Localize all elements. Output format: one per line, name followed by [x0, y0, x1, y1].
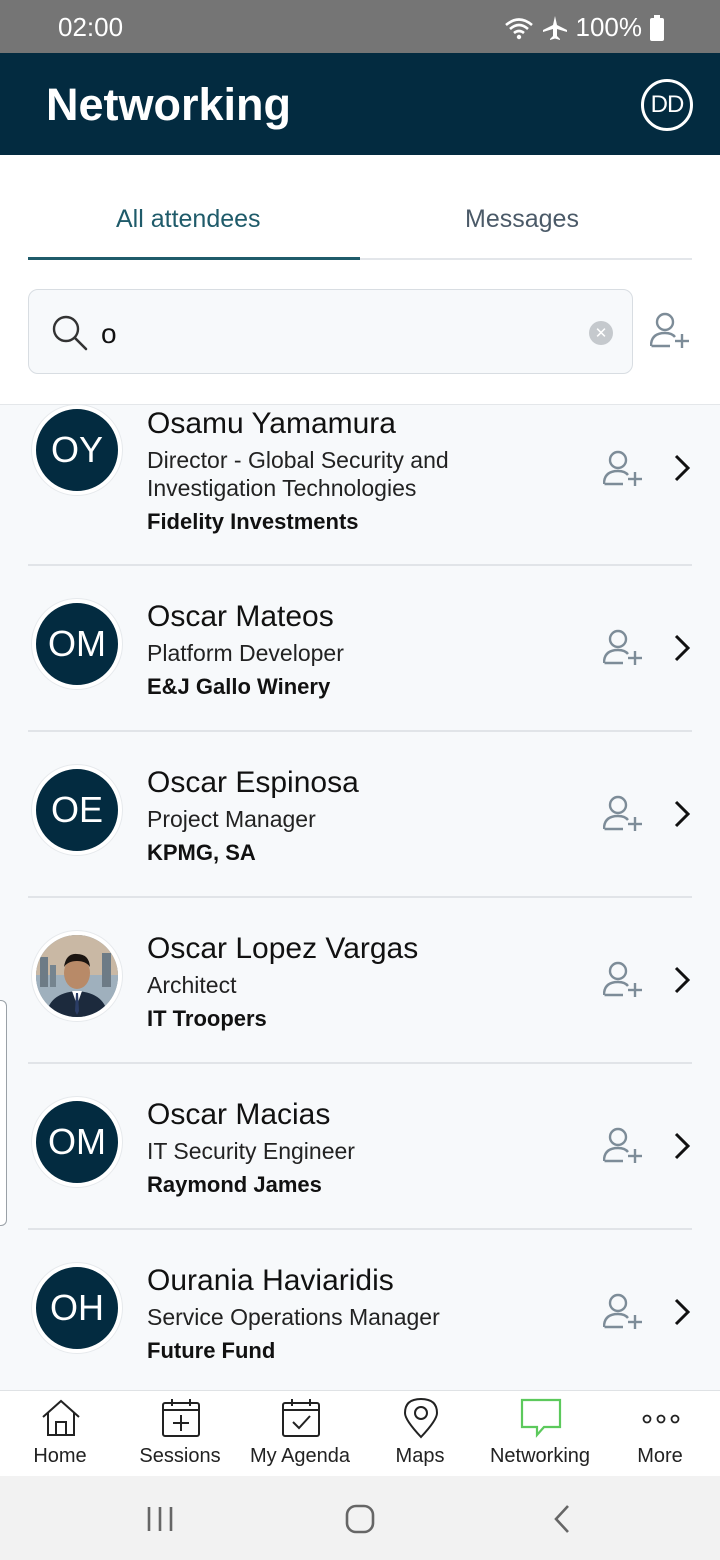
list-item[interactable]: OH Ourania Haviaridis Service Operations… — [0, 1230, 720, 1390]
battery-percent: 100% — [575, 12, 643, 42]
attendee-role: Project Manager — [147, 806, 316, 832]
nav-networking-label: Networking — [489, 1445, 591, 1467]
attendee-role: Director - Global Security and — [147, 447, 449, 473]
tab-messages[interactable]: Messages — [465, 205, 579, 234]
system-nav-bar — [0, 1476, 720, 1560]
search-input[interactable]: o ✕ — [28, 289, 633, 374]
add-contact-icon[interactable] — [603, 1127, 645, 1165]
attendee-role: Investigation Technologies — [147, 475, 417, 501]
attendee-name: Ourania Haviaridis — [147, 1264, 394, 1297]
chevron-right-icon[interactable] — [672, 453, 694, 483]
list-item[interactable]: OM Oscar Macias IT Security Engineer Ray… — [0, 1064, 720, 1230]
add-contact-icon[interactable] — [603, 795, 645, 833]
add-contact-icon[interactable] — [603, 1293, 645, 1331]
attendee-role: IT Security Engineer — [147, 1138, 355, 1164]
attendee-role: Architect — [147, 972, 237, 998]
airplane-icon — [542, 15, 567, 40]
list-item[interactable]: OY Osamu Yamamura Director - Global Secu… — [0, 405, 720, 565]
home-icon — [42, 1399, 80, 1436]
attendee-company: E&J Gallo Winery — [147, 674, 331, 699]
attendee-company: Raymond James — [147, 1172, 322, 1197]
tab-bar: All attendees Messages — [28, 185, 692, 260]
status-time: 02:00 — [58, 12, 124, 42]
attendee-role: Service Operations Manager — [147, 1304, 440, 1330]
attendee-company: IT Troopers — [147, 1006, 267, 1031]
chevron-right-icon[interactable] — [672, 1131, 694, 1161]
attendee-company: Future Fund — [147, 1338, 276, 1363]
attendee-name: Oscar Lopez Vargas — [147, 932, 419, 965]
add-contact-icon[interactable] — [603, 629, 645, 667]
edge-panel-handle[interactable] — [0, 1000, 7, 1226]
add-contact-icon[interactable] — [603, 450, 645, 488]
nav-networking[interactable]: Networking — [480, 1391, 600, 1477]
search-value: o — [101, 318, 117, 349]
chat-icon — [520, 1398, 562, 1438]
attendee-company: KPMG, SA — [147, 840, 256, 865]
attendee-name: Oscar Mateos — [147, 600, 334, 633]
nav-my-agenda[interactable]: My Agenda — [240, 1391, 360, 1477]
attendee-name: Osamu Yamamura — [147, 407, 396, 440]
avatar: OY — [32, 405, 122, 495]
list-item[interactable]: OE Oscar Espinosa Project Manager KPMG, … — [0, 732, 720, 898]
avatar: OH — [32, 1263, 122, 1353]
list-item[interactable]: Oscar Lopez Vargas Architect IT Troopers — [0, 898, 720, 1064]
more-icon — [642, 1414, 680, 1424]
sessions-icon — [162, 1399, 200, 1437]
recent-apps-icon[interactable] — [146, 1505, 174, 1533]
add-contact-icon[interactable] — [650, 312, 692, 350]
avatar-photo — [32, 931, 122, 1021]
nav-maps-label: Maps — [395, 1445, 445, 1467]
status-bar: 02:00 100% — [0, 0, 720, 53]
nav-maps[interactable]: Maps — [360, 1391, 480, 1477]
wifi-icon — [504, 17, 533, 39]
avatar: OM — [32, 599, 122, 689]
avatar: OE — [32, 765, 122, 855]
profile-initials: DD — [650, 91, 685, 118]
add-contact-icon[interactable] — [603, 961, 645, 999]
avatar: OM — [32, 1097, 122, 1187]
back-icon[interactable] — [552, 1504, 572, 1534]
nav-my-agenda-label: My Agenda — [249, 1445, 351, 1467]
active-tab-indicator — [28, 257, 360, 260]
chevron-right-icon[interactable] — [672, 799, 694, 829]
home-circle-icon[interactable] — [345, 1504, 375, 1534]
app-bar: Networking — [0, 53, 720, 155]
attendee-name: Oscar Macias — [147, 1098, 331, 1131]
battery-icon — [650, 14, 664, 41]
chevron-right-icon[interactable] — [672, 633, 694, 663]
nav-home-label: Home — [33, 1445, 87, 1467]
search-icon — [52, 315, 88, 351]
attendee-list[interactable]: OY Osamu Yamamura Director - Global Secu… — [0, 404, 720, 1390]
agenda-icon — [282, 1399, 320, 1437]
profile-avatar-button[interactable]: DD — [641, 79, 693, 131]
chevron-right-icon[interactable] — [672, 1297, 694, 1327]
nav-home[interactable]: Home — [0, 1391, 120, 1477]
bottom-nav: Home Sessions My Agenda Maps Networking … — [0, 1390, 720, 1476]
attendee-name: Oscar Espinosa — [147, 766, 359, 799]
attendee-company: Fidelity Investments — [147, 509, 359, 534]
status-icons: 100% — [504, 12, 664, 43]
nav-sessions[interactable]: Sessions — [120, 1391, 240, 1477]
clear-icon[interactable]: ✕ — [589, 321, 613, 345]
nav-more-label: More — [637, 1445, 683, 1467]
list-item[interactable]: OM Oscar Mateos Platform Developer E&J G… — [0, 566, 720, 732]
page-title: Networking — [46, 79, 292, 130]
nav-sessions-label: Sessions — [139, 1445, 221, 1467]
attendee-role: Platform Developer — [147, 640, 344, 666]
tab-all-attendees[interactable]: All attendees — [116, 205, 261, 234]
profile-photo-icon — [36, 935, 118, 1017]
nav-more[interactable]: More — [600, 1391, 720, 1477]
map-pin-icon — [403, 1397, 439, 1439]
chevron-right-icon[interactable] — [672, 965, 694, 995]
